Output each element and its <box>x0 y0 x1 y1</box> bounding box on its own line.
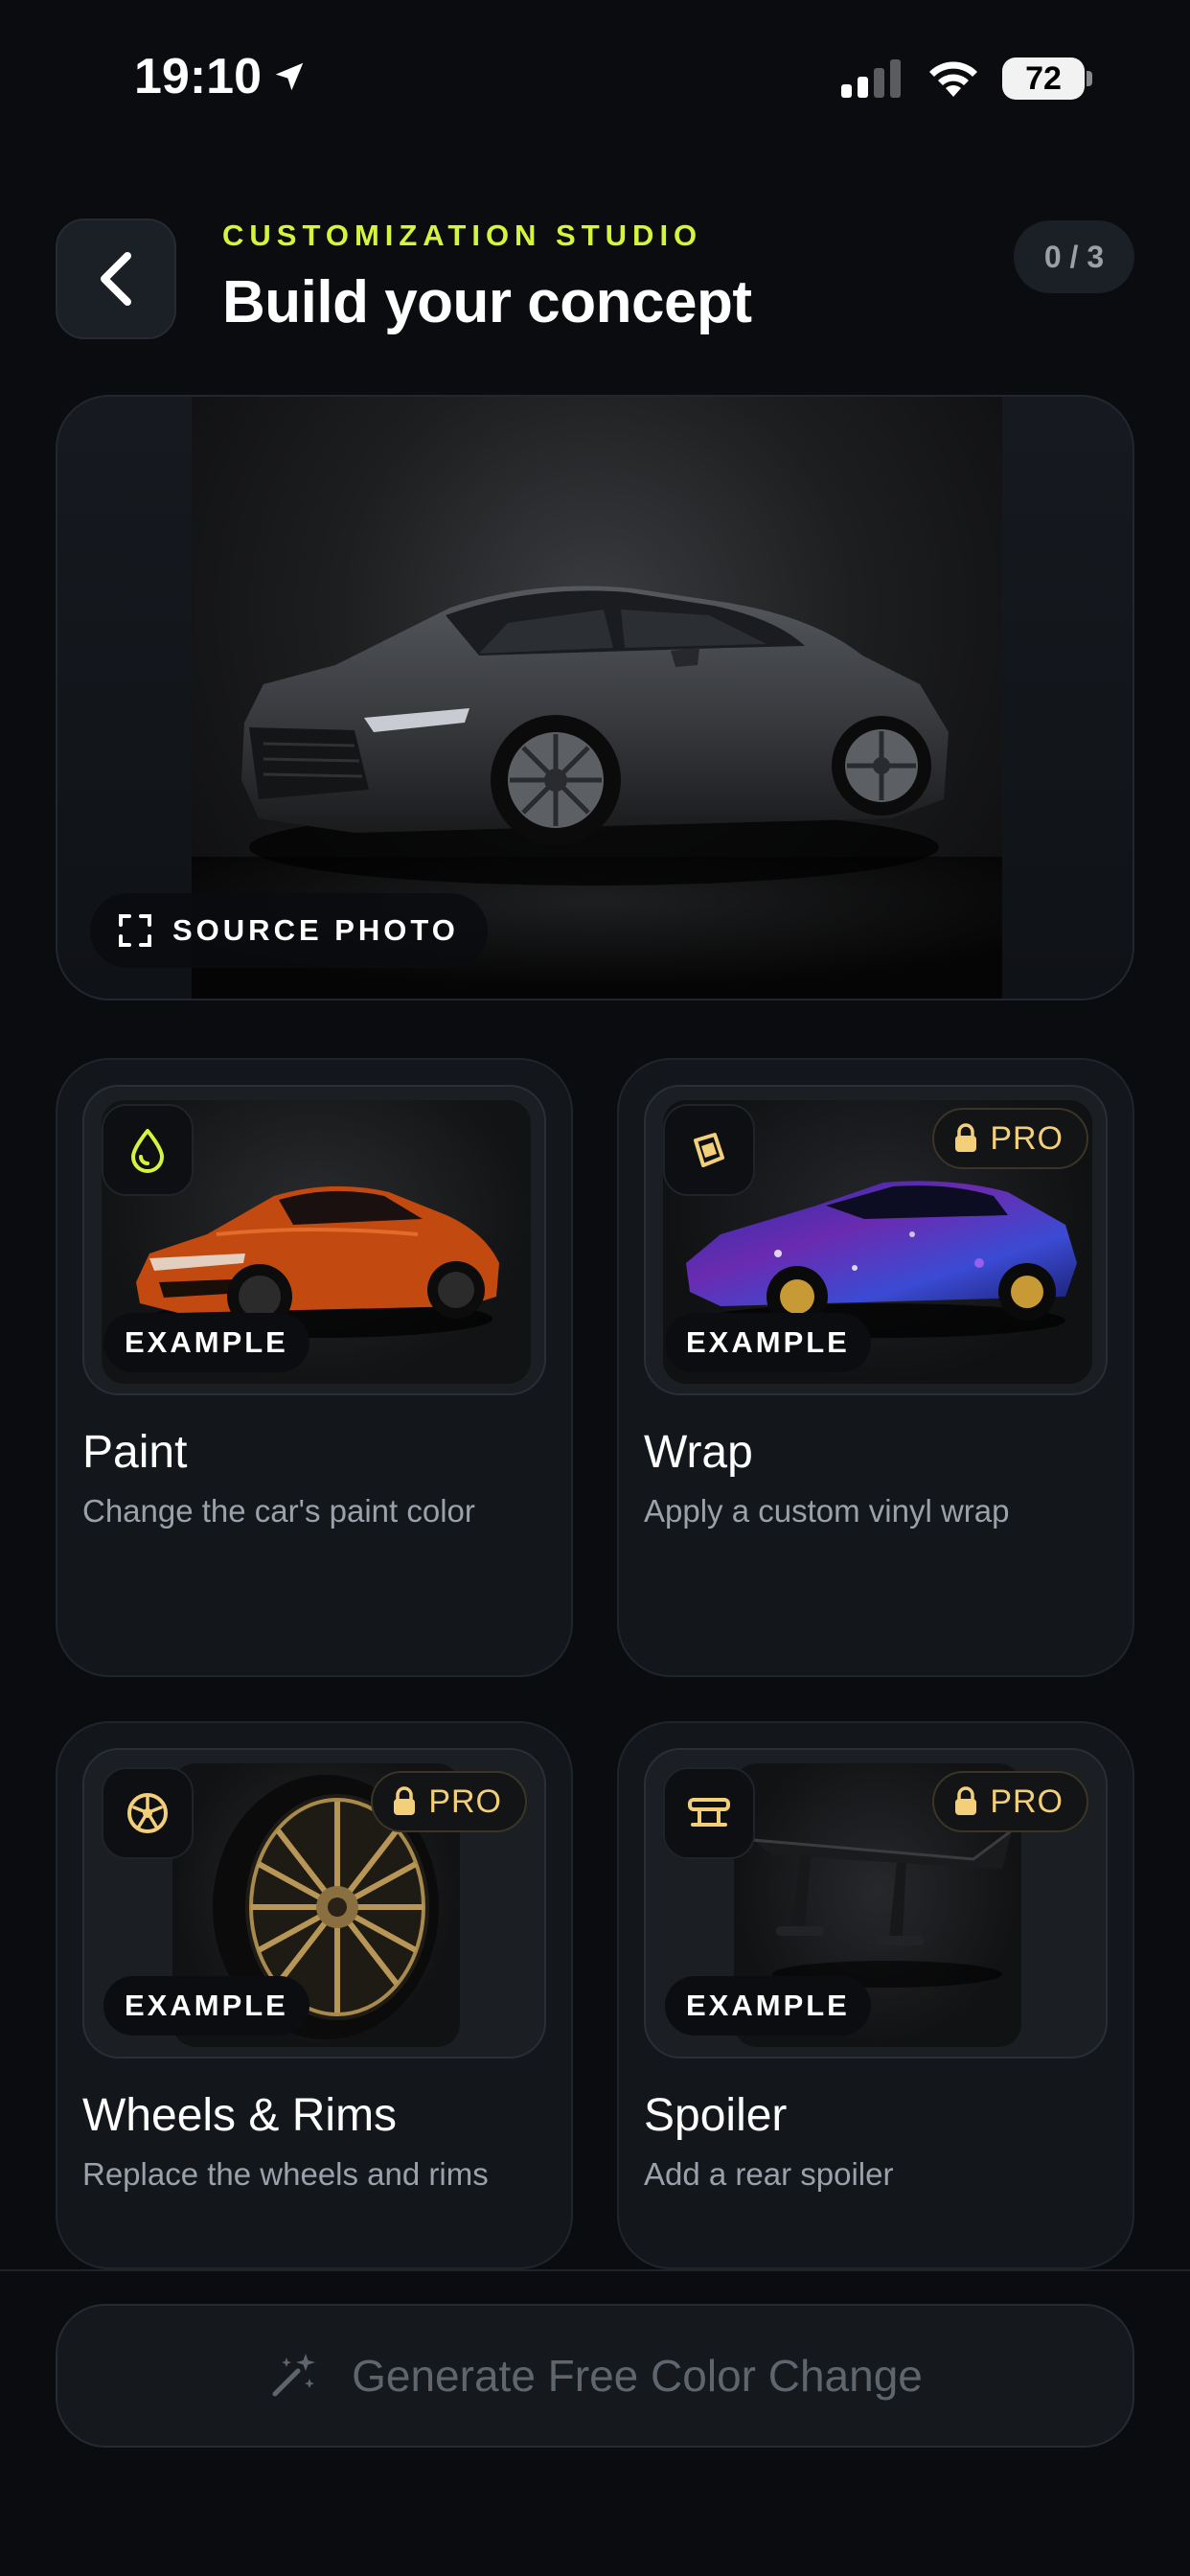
paint-drop-icon-chip <box>102 1104 194 1196</box>
option-card-wrap[interactable]: PRO EXAMPLE Wrap Apply a custom vinyl wr… <box>617 1058 1134 1677</box>
pro-label: PRO <box>990 1782 1064 1820</box>
option-card-spoiler[interactable]: PRO EXAMPLE Spoiler Add a rear spoiler <box>617 1721 1134 2269</box>
paint-drop-icon <box>131 1129 164 1173</box>
selection-counter: 0 / 3 <box>1014 220 1134 293</box>
spoiler-icon <box>688 1798 730 1827</box>
lock-icon <box>394 1786 416 1815</box>
location-arrow-icon <box>275 62 304 91</box>
battery-level: 72 <box>1025 59 1062 97</box>
generate-button[interactable]: Generate Free Color Change <box>56 2304 1134 2448</box>
wifi-icon <box>929 61 977 97</box>
back-button[interactable] <box>56 218 176 339</box>
card-description: Add a rear spoiler <box>644 2156 894 2192</box>
card-title: Wrap <box>644 1427 753 1478</box>
chevron-left-icon <box>101 252 131 306</box>
spoiler-icon-chip <box>663 1767 755 1859</box>
option-card-wheels[interactable]: PRO EXAMPLE Wheels & Rims Replace the wh… <box>56 1721 573 2269</box>
card-title: Wheels & Rims <box>82 2090 398 2141</box>
card-description: Replace the wheels and rims <box>82 2156 489 2192</box>
card-title: Spoiler <box>644 2090 788 2141</box>
lock-icon <box>955 1123 977 1152</box>
lock-icon <box>955 1786 977 1815</box>
example-label: EXAMPLE <box>686 1989 850 2022</box>
pro-label: PRO <box>428 1782 502 1820</box>
example-badge: EXAMPLE <box>665 1976 871 2036</box>
cellular-signal-icon <box>841 59 901 98</box>
card-description: Change the car's paint color <box>82 1493 475 1529</box>
wrap-icon-chip <box>663 1104 755 1196</box>
wheel-icon <box>127 1793 168 1833</box>
generate-button-label: Generate Free Color Change <box>352 2351 923 2401</box>
source-photo-badge: SOURCE PHOTO <box>90 893 488 968</box>
card-title: Paint <box>82 1427 188 1478</box>
bottom-action-bar: Generate Free Color Change <box>0 2269 1190 2576</box>
pro-badge: PRO <box>932 1771 1088 1832</box>
focus-frame-icon <box>119 914 151 947</box>
section-eyebrow: CUSTOMIZATION STUDIO <box>222 218 703 252</box>
page-title: Build your concept <box>222 269 752 335</box>
example-label: EXAMPLE <box>125 1989 288 2022</box>
battery-indicator: 72 <box>1002 58 1092 100</box>
card-description: Apply a custom vinyl wrap <box>644 1493 1010 1529</box>
status-bar: 19:10 72 <box>0 0 1190 158</box>
pro-badge: PRO <box>932 1108 1088 1169</box>
example-label: EXAMPLE <box>125 1325 288 1359</box>
pro-label: PRO <box>990 1119 1064 1157</box>
option-card-paint[interactable]: EXAMPLE Paint Change the car's paint col… <box>56 1058 573 1677</box>
example-label: EXAMPLE <box>686 1325 850 1359</box>
wheel-icon-chip <box>102 1767 194 1859</box>
wrap-example-image: PRO EXAMPLE <box>644 1085 1108 1395</box>
spoiler-example-image: PRO EXAMPLE <box>644 1748 1108 2058</box>
wheels-example-image: PRO EXAMPLE <box>82 1748 546 2058</box>
wrap-icon <box>694 1133 724 1167</box>
source-photo-card[interactable]: SOURCE PHOTO <box>56 395 1134 1000</box>
example-badge: EXAMPLE <box>665 1313 871 1372</box>
magic-wand-icon <box>272 2354 316 2397</box>
source-photo-label: SOURCE PHOTO <box>172 913 459 947</box>
example-badge: EXAMPLE <box>103 1313 309 1372</box>
status-time-text: 19:10 <box>134 49 262 104</box>
example-badge: EXAMPLE <box>103 1976 309 2036</box>
paint-example-image: EXAMPLE <box>82 1085 546 1395</box>
status-indicators: 72 <box>841 58 1092 100</box>
status-time: 19:10 <box>134 48 308 105</box>
pro-badge: PRO <box>371 1771 527 1832</box>
